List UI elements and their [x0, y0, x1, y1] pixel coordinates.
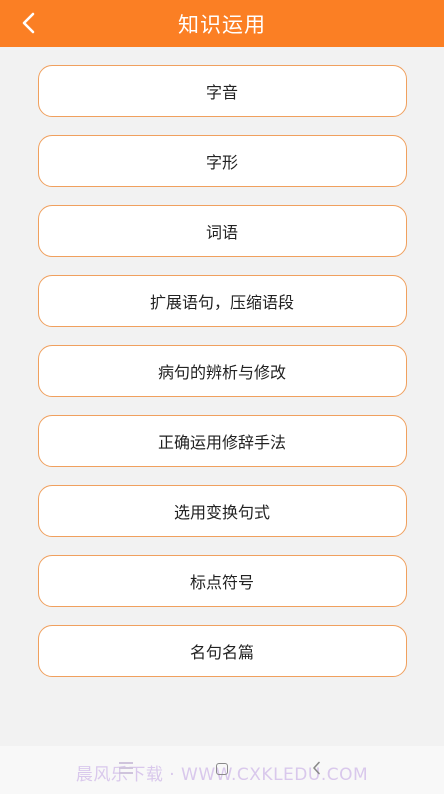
- topic-item-rhetoric[interactable]: 正确运用修辞手法: [37, 415, 407, 467]
- topic-item-expand-compress[interactable]: 扩展语句，压缩语段: [37, 275, 407, 327]
- topic-item-vocabulary[interactable]: 词语: [37, 205, 407, 257]
- topic-item-punctuation[interactable]: 标点符号: [37, 555, 407, 607]
- system-nav-bar: 晨风乐下载 · WWW.CXKLEDU.COM: [0, 746, 444, 794]
- nav-icons: [0, 746, 444, 794]
- page-title: 知识运用: [178, 12, 266, 37]
- home-icon[interactable]: [216, 763, 228, 775]
- back-nav-icon[interactable]: [312, 761, 322, 775]
- app-screen: 知识运用 字音 字形 词语 扩展语句，压缩语段 病句的辨析与修改 正确运用修辞手…: [0, 0, 444, 794]
- topic-item-sentence-patterns[interactable]: 选用变换句式: [37, 485, 407, 537]
- menu-icon[interactable]: [119, 762, 133, 774]
- topic-list: 字音 字形 词语 扩展语句，压缩语段 病句的辨析与修改 正确运用修辞手法 选用变…: [0, 65, 444, 695]
- topic-item-sentence-errors[interactable]: 病句的辨析与修改: [37, 345, 407, 397]
- topic-item-pronunciation[interactable]: 字音: [37, 65, 407, 117]
- back-button[interactable]: [14, 8, 44, 38]
- topic-item-character-form[interactable]: 字形: [37, 135, 407, 187]
- topic-item-famous-quotes[interactable]: 名句名篇: [37, 625, 407, 677]
- top-bar: 知识运用: [0, 0, 444, 47]
- chevron-left-icon: [22, 12, 35, 34]
